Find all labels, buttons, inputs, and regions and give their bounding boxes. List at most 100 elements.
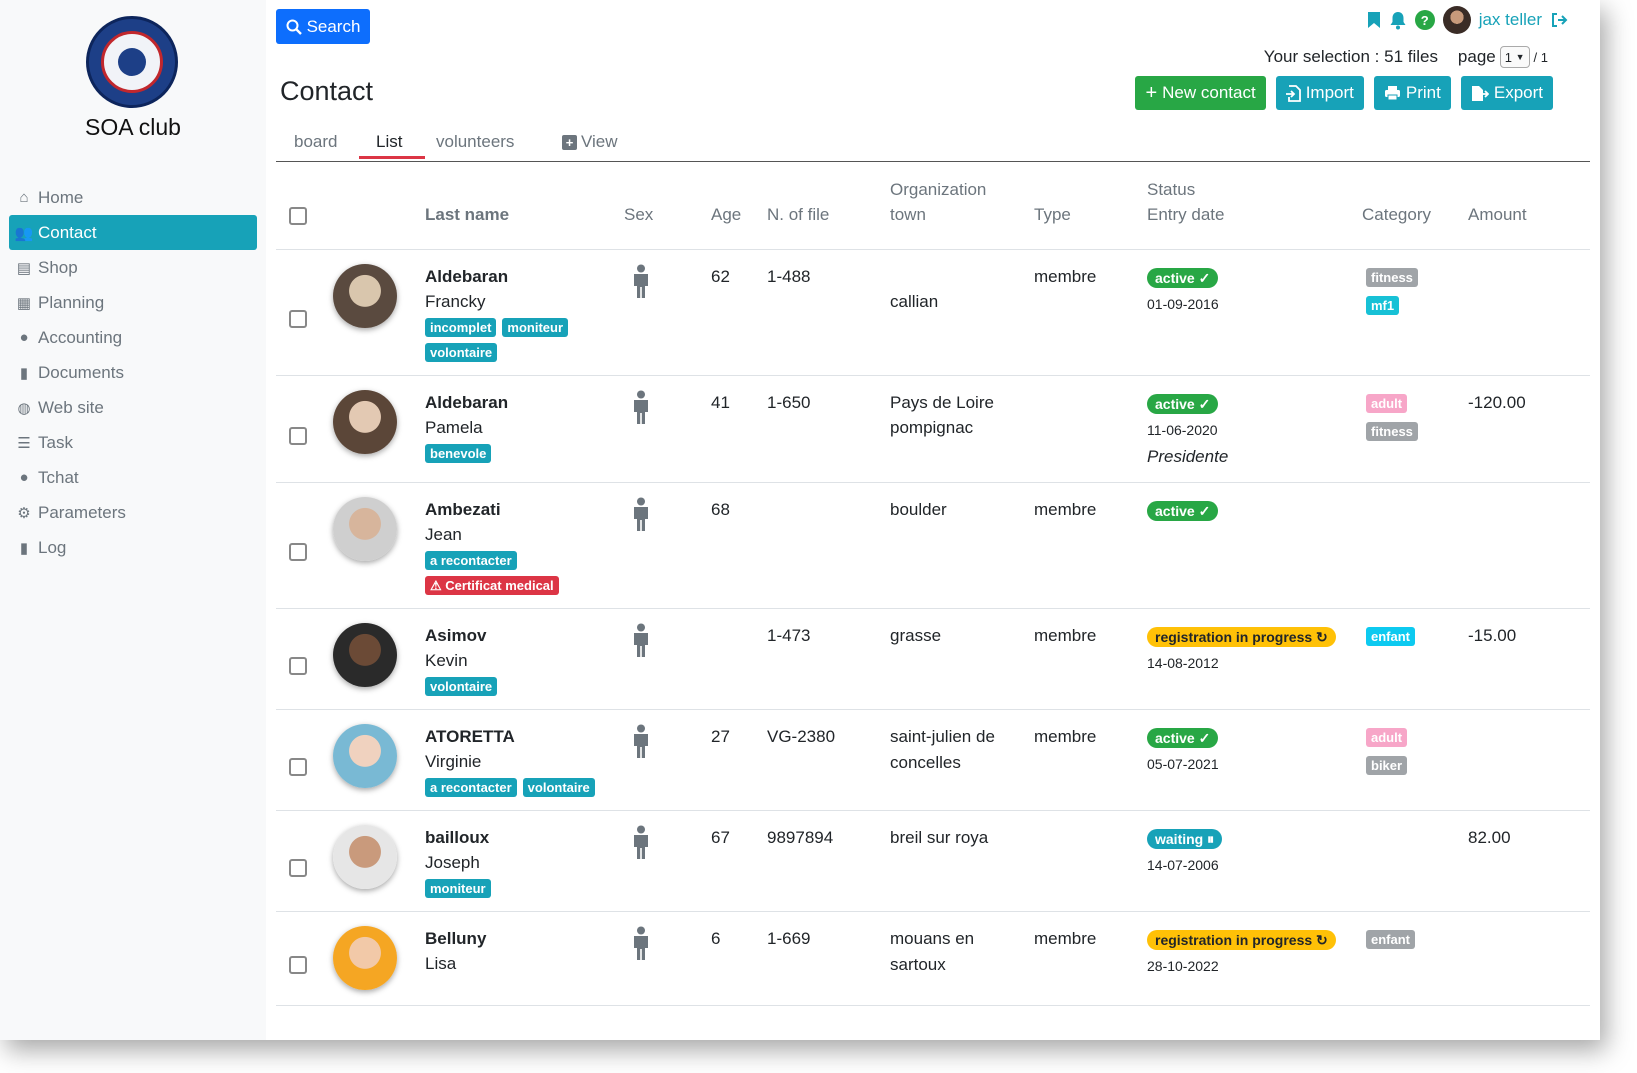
sidebar-item-label: Tchat	[38, 467, 79, 487]
sidebar-item-label: Log	[38, 537, 67, 557]
file-number: 1-669	[767, 929, 811, 948]
row-checkbox[interactable]	[289, 657, 307, 675]
contact-photo[interactable]	[333, 825, 397, 889]
male-person-icon	[634, 926, 648, 960]
last-name[interactable]: Ambezati	[425, 497, 501, 523]
last-name[interactable]: Aldebaran	[425, 390, 508, 416]
last-name[interactable]: bailloux	[425, 825, 489, 851]
logout-icon[interactable]	[1550, 12, 1568, 28]
contact-photo[interactable]	[333, 497, 397, 561]
table-row[interactable]: Belluny Lisa 6 1-669 mouans en sartoux membre…	[276, 912, 1590, 1006]
row-checkbox[interactable]	[289, 543, 307, 561]
first-name: Pamela	[425, 418, 483, 437]
sidebar-item-label: Home	[38, 187, 84, 207]
sidebar-item-task[interactable]: ☰ Task	[9, 425, 257, 460]
sidebar-item-web-site[interactable]: ◍ Web site	[9, 390, 257, 425]
category-badge: enfant	[1366, 930, 1415, 949]
table-row[interactable]: Aldebaran Francky incomplet moniteur volonta…	[276, 250, 1590, 376]
status-badge[interactable]: active ✓	[1147, 501, 1219, 521]
contact-photo[interactable]	[333, 390, 397, 454]
col-age[interactable]: Age	[711, 202, 741, 227]
sidebar-item-home[interactable]: ⌂ Home	[9, 180, 257, 215]
contact-photo[interactable]	[333, 724, 397, 788]
sidebar-item-contact[interactable]: 👥 Contact	[9, 215, 257, 250]
col-town[interactable]: town	[890, 202, 926, 227]
status-badge[interactable]: waiting ⏸	[1147, 829, 1223, 849]
user-avatar[interactable]	[1442, 6, 1471, 34]
town: grasse	[890, 626, 942, 645]
search-button[interactable]: Search	[276, 9, 370, 44]
row-checkbox[interactable]	[289, 859, 307, 877]
col-last-name[interactable]: Last name	[425, 202, 509, 227]
sidebar-item-documents[interactable]: ▮ Documents	[9, 355, 257, 390]
table-row[interactable]: ATORETTA Virginie a recontacter volontaire 2…	[276, 710, 1590, 811]
col-type[interactable]: Type	[1034, 202, 1071, 227]
col-status[interactable]: Status	[1147, 177, 1195, 202]
contact-tags: a recontacter volontaire	[425, 778, 615, 797]
row-checkbox[interactable]	[289, 758, 307, 776]
table-row[interactable]: Asimov Kevin volontaire 1-473 grasse membre re…	[276, 609, 1590, 710]
last-name[interactable]: ATORETTA	[425, 724, 515, 750]
tab-volunteers[interactable]: volunteers	[436, 132, 514, 152]
col-amount[interactable]: Amount	[1468, 202, 1527, 227]
col-organization[interactable]: Organization	[890, 177, 986, 202]
status-badge[interactable]: active ✓	[1147, 394, 1219, 414]
row-checkbox[interactable]	[289, 310, 307, 328]
sidebar-item-shop[interactable]: ▤ Shop	[9, 250, 257, 285]
new-contact-button[interactable]: + New contact	[1135, 76, 1266, 110]
last-name[interactable]: Asimov	[425, 623, 486, 649]
status-badge[interactable]: active ✓	[1147, 268, 1219, 288]
tag-badge: incomplet	[425, 318, 497, 337]
col-entry-date[interactable]: Entry date	[1147, 202, 1225, 227]
club-logo[interactable]	[86, 16, 178, 108]
bookmark-icon[interactable]	[1367, 11, 1381, 29]
sidebar-item-log[interactable]: ▮ Log	[9, 530, 257, 565]
status-badge[interactable]: registration in progress ↻	[1147, 930, 1336, 950]
last-name[interactable]: Belluny	[425, 926, 486, 952]
sidebar-item-accounting[interactable]: ● Accounting	[9, 320, 257, 355]
table-row[interactable]: bailloux Joseph moniteur 67 9897894 breil sur…	[276, 811, 1590, 912]
sidebar-item-tchat[interactable]: ● Tchat	[9, 460, 257, 495]
last-name[interactable]: Aldebaran	[425, 264, 508, 290]
row-checkbox[interactable]	[289, 427, 307, 445]
age-value: 41	[711, 393, 730, 412]
table-row[interactable]: Ambezati Jean a recontacter ⚠ Certificat me…	[276, 483, 1590, 609]
sidebar: SOA club ⌂ Home 👥 Contact ▤ Shop ▦ Planning ● Acc…	[0, 0, 266, 1040]
contact-type: membre	[1034, 727, 1097, 746]
row-checkbox[interactable]	[289, 956, 307, 974]
tab-list[interactable]: List	[376, 132, 402, 152]
print-button[interactable]: Print	[1373, 76, 1451, 110]
bell-icon[interactable]	[1389, 11, 1407, 30]
file-icon: ▮	[19, 364, 29, 382]
club-name: SOA club	[85, 114, 181, 140]
contact-photo[interactable]	[333, 623, 397, 687]
warning-tag: ⚠ Certificat medical	[425, 576, 559, 595]
print-label: Print	[1405, 83, 1441, 102]
export-button[interactable]: Export	[1460, 76, 1553, 110]
tag-badge: volontaire	[522, 778, 595, 797]
status-badge[interactable]: registration in progress ↻	[1147, 627, 1336, 647]
table-row[interactable]: Aldebaran Pamela benevole 41 1-650 Pays de Lo…	[276, 376, 1590, 483]
username-link[interactable]: jax teller	[1479, 10, 1542, 30]
pager: page 1 ▼ / 1	[1458, 46, 1548, 68]
pager-label: page	[1457, 47, 1496, 66]
help-icon[interactable]: ?	[1414, 10, 1435, 30]
search-icon	[286, 19, 302, 35]
tab-view[interactable]: + View	[562, 132, 618, 152]
select-all-checkbox[interactable]	[289, 207, 307, 225]
contact-photo[interactable]	[333, 926, 397, 990]
male-person-icon	[634, 264, 648, 298]
sidebar-item-parameters[interactable]: ⚙ Parameters	[9, 495, 257, 530]
entry-date: 14-07-2006	[1147, 857, 1219, 873]
col-sex[interactable]: Sex	[624, 202, 653, 227]
tab-board[interactable]: board	[294, 132, 337, 152]
new-contact-label: New contact	[1162, 83, 1256, 102]
page-select[interactable]: 1 ▼	[1499, 46, 1530, 68]
contact-photo[interactable]	[333, 264, 397, 328]
status-badge[interactable]: active ✓	[1147, 728, 1219, 748]
sidebar-item-planning[interactable]: ▦ Planning	[9, 285, 257, 320]
import-button[interactable]: Import	[1275, 76, 1364, 110]
col-category[interactable]: Category	[1362, 202, 1431, 227]
col-file-number[interactable]: N. of file	[767, 202, 829, 227]
export-label: Export	[1493, 83, 1543, 102]
